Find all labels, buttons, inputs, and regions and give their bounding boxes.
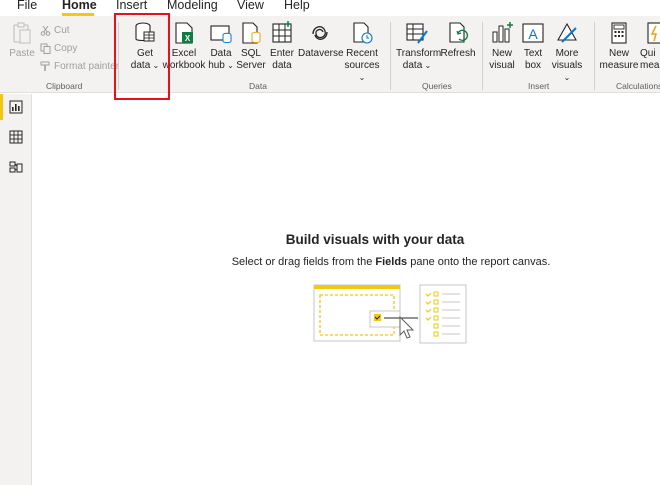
enter-data-label-line2: data	[272, 60, 292, 71]
chevron-down-icon: ⌄	[224, 61, 234, 70]
menu-home[interactable]: Home	[62, 0, 97, 12]
sql-label-line2: Server	[236, 60, 266, 71]
group-separator	[482, 22, 483, 90]
format-painter-button[interactable]: Format painter	[40, 61, 119, 72]
recent-sources-icon	[353, 22, 373, 44]
data-hub-label-line1: Data	[210, 48, 232, 59]
model-view-button[interactable]	[0, 154, 32, 180]
refresh-label: Refresh	[440, 48, 476, 59]
new-visual-icon	[492, 22, 513, 43]
ribbon: Paste Cut Copy Format painter Clipboard	[0, 16, 660, 93]
calculations-group-label: Calculations	[616, 81, 660, 91]
svg-text:X: X	[185, 34, 191, 43]
clipboard-group-label: Clipboard	[46, 81, 83, 91]
recent-sources-button[interactable]: Recent sources ⌄	[342, 20, 382, 84]
quick-measure-label-line2: meas	[640, 60, 660, 71]
transform-label-line2: data	[402, 60, 423, 71]
sql-server-icon	[242, 22, 261, 44]
group-separator	[594, 22, 595, 90]
subtitle-text-post: pane onto the report canvas.	[407, 256, 551, 268]
subtitle-fields-bold: Fields	[375, 256, 408, 268]
table-view-icon	[9, 130, 23, 144]
data-hub-label-line2: hub	[208, 60, 225, 71]
more-visuals-button[interactable]: More visuals ⌄	[548, 20, 586, 84]
recent-label-line2: sources	[344, 60, 380, 71]
menu-file[interactable]: File	[17, 0, 37, 12]
build-visuals-illustration	[313, 284, 467, 344]
text-box-button[interactable]: A Text box	[518, 20, 548, 72]
enter-data-button[interactable]: Enter data	[266, 20, 298, 72]
copy-icon	[40, 43, 51, 54]
refresh-button[interactable]: Refresh	[440, 20, 476, 60]
data-group-label: Data	[249, 81, 267, 91]
paste-label: Paste	[9, 48, 35, 59]
menu-modeling[interactable]: Modeling	[167, 0, 218, 12]
refresh-icon	[449, 22, 468, 43]
chevron-down-icon: ⌄	[358, 73, 366, 82]
paste-button[interactable]: Paste	[8, 20, 36, 60]
svg-text:A: A	[528, 26, 538, 42]
paste-icon	[13, 22, 31, 44]
table-plus-icon	[272, 21, 292, 43]
canvas-empty-title: Build visuals with your data	[285, 232, 465, 247]
menu-help[interactable]: Help	[284, 0, 310, 12]
data-hub-button[interactable]: Data hub ⌄	[206, 20, 236, 72]
text-box-label-line1: Text	[523, 48, 543, 59]
new-measure-label-line2: measure	[599, 60, 639, 71]
transform-data-icon	[406, 23, 428, 44]
excel-icon: X	[175, 22, 193, 44]
active-view-indicator	[0, 94, 3, 120]
transform-data-button[interactable]: Transform data ⌄	[396, 20, 442, 72]
enter-data-label-line1: Enter	[270, 48, 294, 59]
more-visuals-icon	[557, 22, 577, 43]
dataverse-label: Dataverse	[298, 48, 344, 59]
quick-measure-label-line1: Qui	[640, 48, 656, 59]
calculator-icon	[611, 22, 627, 44]
menu-bar: File Home Insert Modeling View Help	[0, 0, 660, 16]
data-hub-icon	[210, 25, 232, 43]
copy-label: Copy	[54, 43, 78, 54]
brush-icon	[40, 61, 50, 71]
copy-button[interactable]: Copy	[40, 43, 77, 54]
cut-label: Cut	[54, 25, 70, 36]
queries-group-label: Queries	[422, 81, 452, 91]
text-box-icon: A	[522, 23, 544, 43]
new-visual-button[interactable]: New visual	[488, 20, 516, 72]
subtitle-text-pre: Select or drag fields from the	[231, 256, 376, 268]
data-view-button[interactable]	[0, 124, 32, 150]
format-painter-label: Format painter	[54, 61, 120, 72]
menu-view[interactable]: View	[237, 0, 264, 12]
new-measure-button[interactable]: New measure	[599, 20, 639, 72]
more-visuals-label-line2: visuals	[551, 60, 583, 71]
get-data-highlight	[114, 13, 170, 100]
menu-insert[interactable]: Insert	[116, 0, 147, 12]
canvas-empty-subtitle: Select or drag fields from the Fields pa…	[196, 256, 586, 268]
model-view-icon	[9, 161, 23, 173]
quick-measure-icon	[647, 22, 660, 44]
sql-label-line1: SQL	[240, 48, 261, 59]
dataverse-button[interactable]: Dataverse	[298, 20, 344, 60]
report-view-button[interactable]	[0, 94, 32, 120]
group-separator	[390, 22, 391, 90]
report-view-icon	[9, 100, 23, 114]
more-visuals-label-line1: More	[555, 48, 579, 59]
dataverse-icon	[312, 26, 328, 40]
sql-server-button[interactable]: SQL Server	[236, 20, 266, 72]
cut-button[interactable]: Cut	[40, 25, 70, 36]
chevron-down-icon: ⌄	[563, 73, 571, 82]
view-switcher-rail	[0, 94, 32, 485]
new-visual-label-line2: visual	[489, 60, 515, 71]
chevron-down-icon: ⌄	[422, 61, 432, 70]
new-visual-label-line1: New	[491, 48, 512, 59]
transform-label-line1: Transform	[396, 48, 442, 59]
new-measure-label-line1: New	[608, 48, 629, 59]
text-box-label-line2: box	[524, 60, 542, 71]
scissors-icon	[40, 25, 51, 36]
quick-measure-button[interactable]: Qui meas	[640, 20, 660, 72]
insert-group-label: Insert	[528, 81, 550, 91]
recent-label-line1: Recent	[346, 48, 378, 59]
